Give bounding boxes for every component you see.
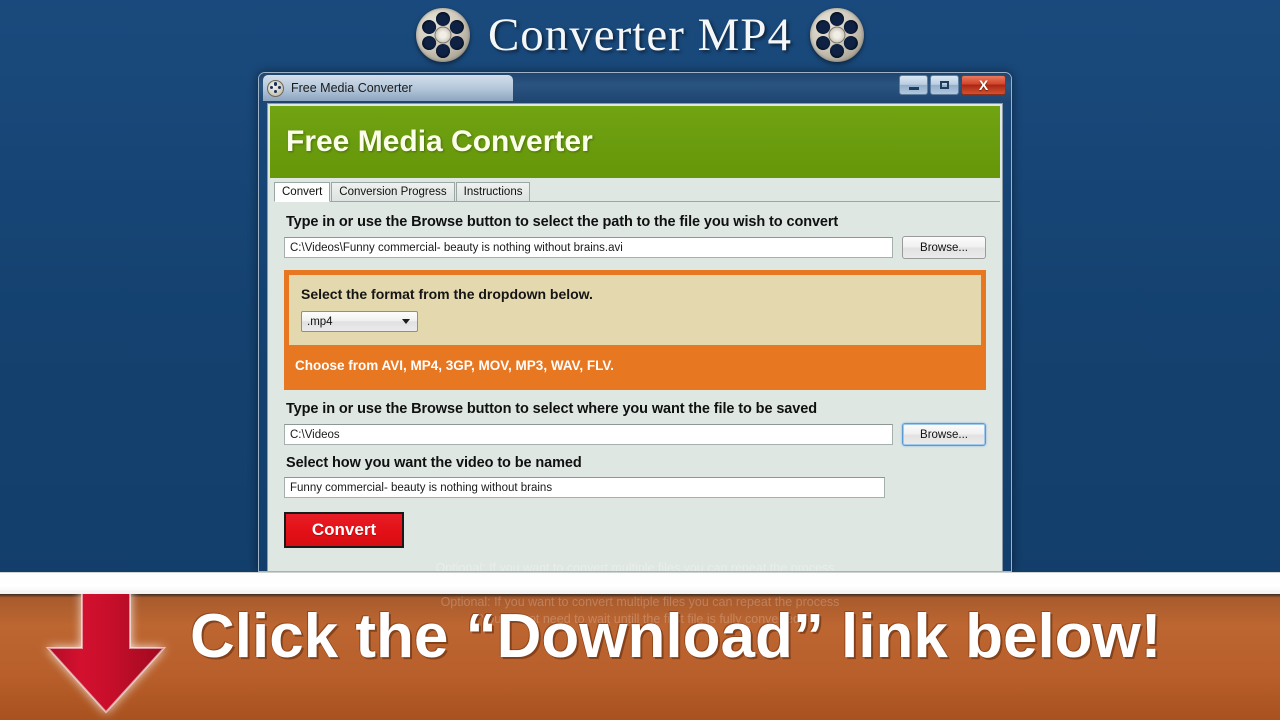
tab-convert[interactable]: Convert	[274, 182, 331, 202]
minimize-button[interactable]	[899, 75, 928, 95]
tab-conversion-progress[interactable]: Conversion Progress	[331, 182, 455, 201]
format-note: Choose from AVI, MP4, 3GP, MOV, MP3, WAV…	[295, 358, 614, 373]
format-dropdown[interactable]: .mp4	[301, 311, 418, 332]
window-titlebar[interactable]: Free Media Converter X	[259, 73, 1011, 103]
format-dropdown-value: .mp4	[307, 315, 333, 328]
source-path-label: Type in or use the Browse button to sele…	[286, 214, 839, 230]
naming-input[interactable]: Funny commercial- beauty is nothing with…	[284, 477, 885, 498]
cta-separator	[0, 572, 1280, 595]
destination-browse-button[interactable]: Browse...	[902, 423, 986, 446]
window-title: Free Media Converter	[291, 81, 413, 95]
destination-section: Type in or use the Browse button to sele…	[284, 390, 986, 572]
site-header: Converter MP4	[0, 0, 1280, 70]
close-button[interactable]: X	[961, 75, 1006, 95]
down-arrow-icon	[45, 594, 167, 714]
maximize-button[interactable]	[930, 75, 959, 95]
film-reel-icon-right	[810, 8, 865, 62]
cta-banner: Optional: If you want to convert multipl…	[0, 594, 1280, 720]
naming-label: Select how you want the video to be name…	[286, 455, 582, 471]
film-reel-icon-left	[415, 8, 470, 62]
destination-input[interactable]: C:\Videos	[284, 424, 893, 445]
app-heading: Free Media Converter	[286, 125, 593, 158]
destination-row: C:\Videos Browse...	[284, 423, 986, 446]
format-panel-inner: Select the format from the dropdown belo…	[289, 275, 981, 345]
window-body: Free Media Converter Convert Conversion …	[267, 103, 1003, 571]
window-film-reel-icon	[267, 79, 284, 97]
window-controls: X	[899, 75, 1006, 95]
tab-instructions[interactable]: Instructions	[455, 182, 531, 201]
app-heading-bar: Free Media Converter	[270, 106, 1000, 178]
hint-line-1: Optional: If you want to convert multipl…	[435, 561, 835, 572]
naming-row: Funny commercial- beauty is nothing with…	[284, 477, 986, 498]
source-path-row: C:\Videos\Funny commercial- beauty is no…	[284, 236, 986, 259]
format-panel-title: Select the format from the dropdown belo…	[301, 286, 593, 302]
source-browse-button[interactable]: Browse...	[902, 236, 986, 259]
site-title: Converter MP4	[487, 9, 793, 61]
tabstrip: Convert Conversion Progress Instructions	[274, 182, 1000, 202]
destination-label: Type in or use the Browse button to sele…	[286, 401, 817, 417]
app-window: Free Media Converter X Free Media Conver…	[258, 72, 1012, 572]
chevron-down-icon	[402, 319, 410, 324]
convert-button[interactable]: Convert	[284, 512, 404, 548]
format-panel: Select the format from the dropdown belo…	[284, 270, 986, 390]
convert-tab-panel: Type in or use the Browse button to sele…	[270, 202, 1000, 572]
close-icon: X	[978, 77, 989, 93]
cta-text: Click the “Download” link below!	[190, 602, 1162, 671]
source-path-input[interactable]: C:\Videos\Funny commercial- beauty is no…	[284, 237, 893, 258]
page-root: Converter MP4 Free Media Converter X Fre…	[0, 0, 1280, 720]
